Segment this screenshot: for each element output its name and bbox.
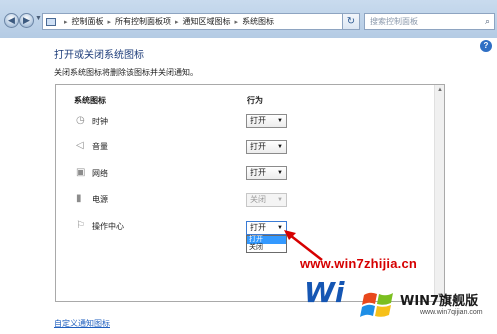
watermark-brand: WIN7旗舰版 (400, 294, 479, 309)
annotation-arrow (284, 230, 323, 261)
customize-notification-icons-link[interactable]: 自定义通知图标 (54, 318, 110, 329)
watermark-site: www.win7qijian.com (420, 309, 483, 316)
watermark-url: www.win7zhijia.cn (300, 256, 418, 271)
windows-logo-icon (360, 292, 393, 317)
watermark-big-text: Wi (304, 276, 345, 309)
